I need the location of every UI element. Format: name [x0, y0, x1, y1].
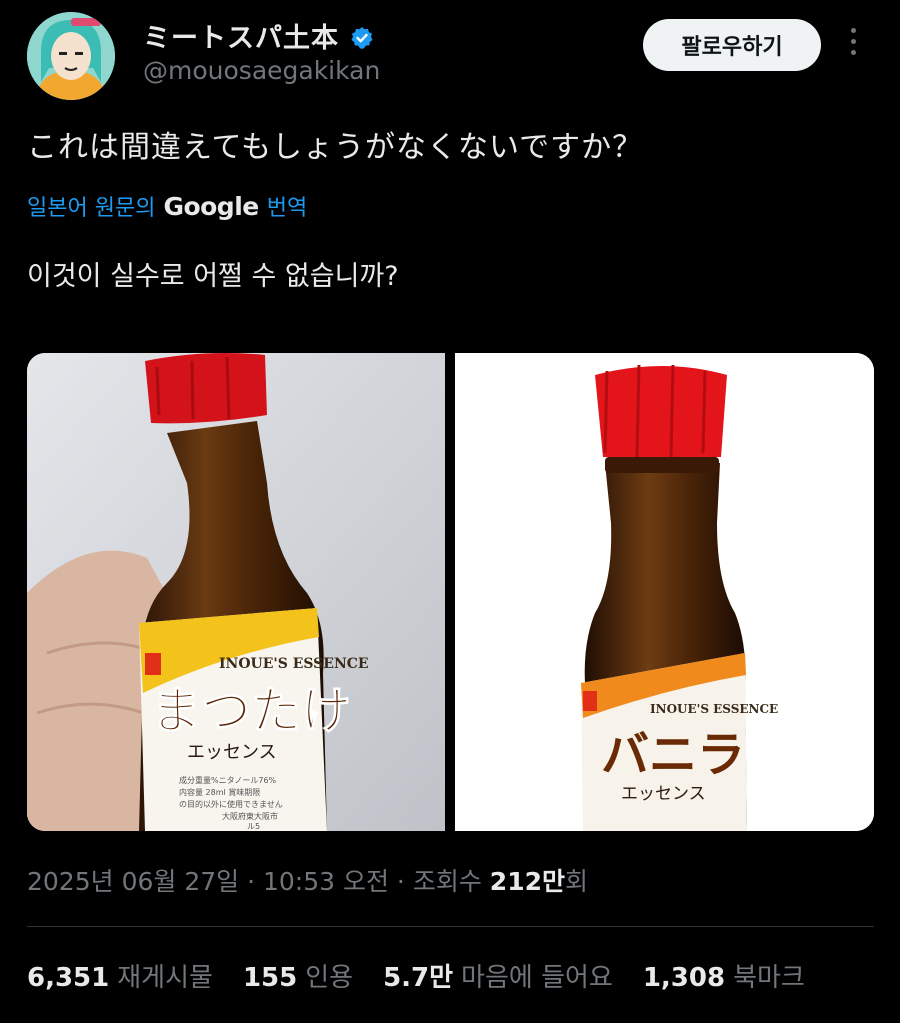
- stat-bookmarks[interactable]: 1,308 북마크: [643, 957, 805, 994]
- stat-quotes[interactable]: 155 인용: [243, 957, 353, 994]
- stat-bookmarks-count: 1,308: [642, 963, 726, 993]
- tweet-meta: 2025년 06월 27일 · 10:53 오전 · 조회수 212만회: [27, 867, 588, 896]
- tweet-text: これは間違えてもしょうがなくないですか？: [27, 130, 644, 165]
- left-label-fine1: 成分重量%ニタノール76%: [179, 775, 277, 785]
- translated-text: 이것이 실수로 어쩔 수 없습니까?: [27, 261, 399, 292]
- translation-attribution[interactable]: 일본어 원문의 Google 번역: [27, 190, 307, 222]
- right-label-brand: INOUE'S ESSENCE: [650, 702, 778, 716]
- left-label-fine5: ル5: [247, 822, 260, 831]
- tweet-date[interactable]: 2025년 06월 27일: [27, 867, 239, 896]
- right-label-title: バニラ: [601, 727, 745, 783]
- stat-reposts-label: 재게시물: [117, 963, 213, 993]
- author-handle[interactable]: @mouosaegakikan: [143, 56, 380, 85]
- tweet-image-right[interactable]: INOUE'S ESSENCE バニラ エッセンス: [455, 353, 874, 831]
- stat-bookmarks-label: 북마크: [733, 963, 805, 993]
- stat-likes-count: 5.7만: [383, 963, 454, 993]
- views-label: 조회수: [412, 867, 482, 896]
- divider: [27, 926, 874, 927]
- translate-suffix: 번역: [266, 196, 308, 221]
- stat-quotes-label: 인용: [305, 963, 354, 993]
- stat-reposts-count: 6,351: [27, 963, 110, 993]
- more-options-icon[interactable]: [847, 28, 859, 62]
- left-label-fine4: 大阪府東大阪市: [222, 811, 278, 821]
- avatar[interactable]: [27, 12, 115, 100]
- follow-button[interactable]: 팔로우하기: [643, 19, 821, 71]
- left-label-brand: INOUE'S ESSENCE: [219, 656, 369, 672]
- left-label-fine2: 内容量 28ml 賞味期限: [179, 787, 260, 797]
- tweet-time[interactable]: 10:53 오전: [263, 867, 389, 896]
- views-suffix: 회: [564, 867, 588, 896]
- left-label-subtitle: エッセンス: [187, 742, 277, 763]
- stat-reposts[interactable]: 6,351 재게시물: [27, 957, 213, 994]
- engagement-stats: 6,351 재게시물 155 인용 5.7만 마음에 들어요 1,308 북마크: [27, 957, 805, 994]
- right-label-subtitle: エッセンス: [621, 784, 706, 804]
- stat-likes[interactable]: 5.7만 마음에 들어요: [383, 957, 613, 994]
- left-label-title: まつたけ: [151, 682, 351, 740]
- google-logo: Google: [163, 191, 259, 221]
- tweet-image-left[interactable]: INOUE'S ESSENCE まつたけ エッセンス 成分重量%ニタノール76%…: [27, 353, 445, 831]
- stat-quotes-count: 155: [242, 963, 298, 993]
- author-name[interactable]: ミートスパ土本: [143, 23, 339, 54]
- views-count: 212만: [489, 867, 565, 896]
- stat-likes-label: 마음에 들어요: [461, 963, 613, 993]
- left-label-fine3: の目的以外に使用できません: [179, 799, 283, 809]
- tweet-header: ミートスパ土本 @mouosaegakikan 팔로우하기: [27, 12, 877, 102]
- translate-prefix: 일본어 원문의: [27, 196, 156, 221]
- verified-badge-icon: [350, 26, 374, 54]
- author-name-row[interactable]: ミートスパ土本: [143, 16, 374, 55]
